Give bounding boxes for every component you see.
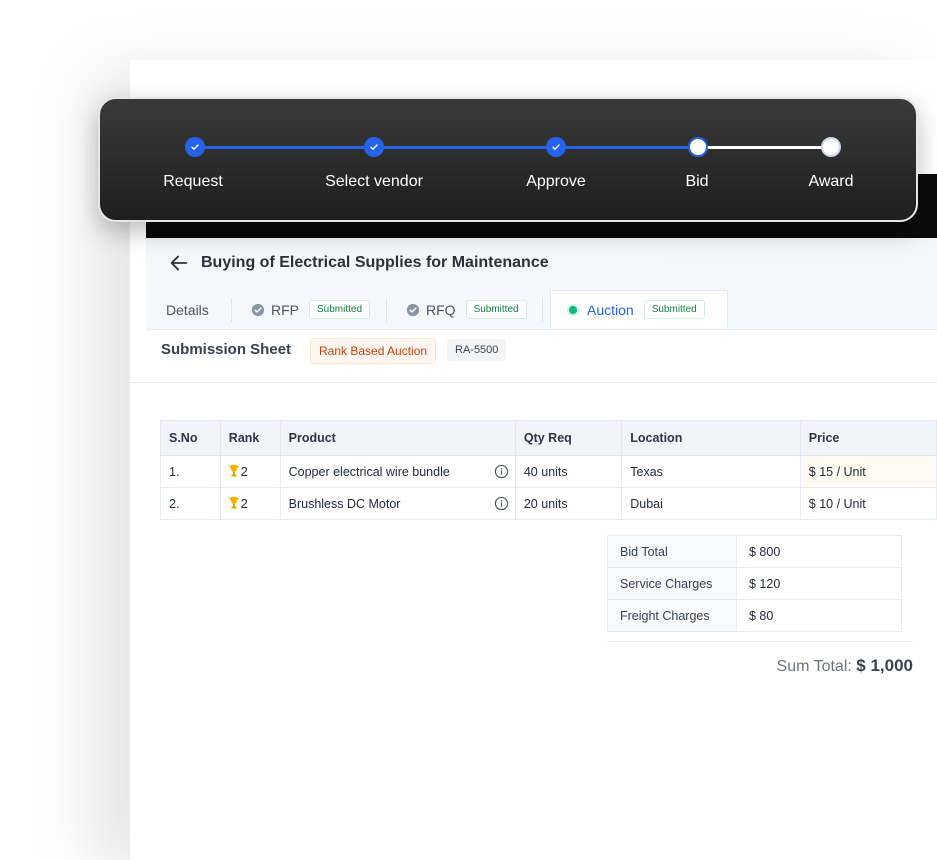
active-dot-icon <box>569 305 577 314</box>
check-icon <box>191 144 199 150</box>
summary-label: Bid Total <box>607 535 737 568</box>
step-dot-bid[interactable] <box>688 137 708 157</box>
price-cell: $ 10 / Unit <box>799 487 937 520</box>
check-icon <box>552 144 560 150</box>
step-label-award: Award <box>808 173 854 190</box>
step-dot-award[interactable] <box>821 137 841 157</box>
column-header: S.No <box>160 420 221 456</box>
product-name: Brushless DC Motor <box>288 496 401 511</box>
step-label-approve: Approve <box>526 173 586 190</box>
step-label-bid: Bid <box>685 173 709 190</box>
summary-row: Service Charges $ 120 <box>607 567 902 600</box>
info-icon[interactable] <box>494 464 509 479</box>
step-dot-request[interactable] <box>185 137 205 157</box>
table-row[interactable]: 2. 2 Brushless DC Motor 20 units Dubai $… <box>160 487 937 520</box>
product-cell: Copper electrical wire bundle <box>279 455 516 488</box>
column-header: Rank <box>219 420 281 456</box>
tab-auction[interactable]: Auction Submitted <box>550 290 728 328</box>
page-title: Buying of Electrical Supplies for Mainte… <box>201 254 549 271</box>
column-header: Price <box>799 420 937 456</box>
tab-label: Auction <box>587 301 634 318</box>
summary-label: Service Charges <box>607 567 737 600</box>
status-badge: Submitted <box>465 300 527 319</box>
auction-id-chip: RA-5500 <box>447 339 507 361</box>
step-dot-approve[interactable] <box>546 137 566 157</box>
summary-value: $ 800 <box>736 535 902 568</box>
sum-total: Sum Total: $ 1,000 <box>777 656 913 676</box>
column-header: Product <box>279 420 516 456</box>
table-row[interactable]: 1. 2 Copper electrical wire bundle 40 un… <box>160 455 937 488</box>
rank-value: 2 <box>240 464 248 479</box>
trophy-icon <box>229 496 239 508</box>
table-header-row: S.No Rank Product Qty Req Location Price <box>160 420 937 456</box>
check-circle-icon <box>251 303 265 316</box>
qty-cell: 20 units <box>514 487 623 520</box>
info-icon[interactable] <box>494 496 509 511</box>
status-badge: Submitted <box>309 300 371 319</box>
qty-cell: 40 units <box>514 455 623 488</box>
sum-total-value: $ 1,000 <box>856 656 913 675</box>
rank-value: 2 <box>240 496 248 511</box>
rank-cell: 2 <box>219 455 281 488</box>
tab-rfp[interactable]: RFP Submitted <box>251 290 371 329</box>
location-cell: Dubai <box>621 487 801 520</box>
summary-value: $ 80 <box>736 599 902 632</box>
tab-divider <box>231 298 232 322</box>
tab-divider <box>386 298 387 322</box>
summary-value: $ 120 <box>736 567 902 600</box>
tab-bar: Details RFP Submitted RFQ Submitted <box>146 290 937 330</box>
auction-type-chip: Rank Based Auction <box>310 338 437 364</box>
check-icon <box>370 144 378 150</box>
product-name: Copper electrical wire bundle <box>288 464 450 479</box>
price-cell: $ 15 / Unit <box>799 455 937 488</box>
back-arrow-icon[interactable] <box>168 252 190 274</box>
summary-label: Freight Charges <box>607 599 737 632</box>
check-circle-icon <box>406 303 420 316</box>
tab-label: RFP <box>271 301 299 318</box>
bid-table: S.No Rank Product Qty Req Location Price… <box>160 420 937 520</box>
column-header: Location <box>621 420 801 456</box>
tab-divider <box>542 298 543 322</box>
column-header: Qty Req <box>514 420 623 456</box>
location-cell: Texas <box>621 455 801 488</box>
summary-divider <box>607 641 913 642</box>
status-badge: Submitted <box>643 300 705 319</box>
trophy-icon <box>229 464 239 476</box>
sum-total-label: Sum Total: <box>776 658 852 675</box>
tab-details[interactable]: Details <box>166 290 219 329</box>
progress-stepper: Request Select vendor Approve Bid Award <box>98 97 918 222</box>
step-connector-pending <box>698 146 831 149</box>
step-dot-select-vendor[interactable] <box>364 137 384 157</box>
step-label-select-vendor: Select vendor <box>325 173 423 190</box>
submission-title: Submission Sheet <box>161 341 292 358</box>
summary-table: Bid Total $ 800 Service Charges $ 120 Fr… <box>607 535 902 632</box>
section-divider <box>130 382 937 383</box>
tab-label: RFQ <box>426 301 456 318</box>
summary-row: Freight Charges $ 80 <box>607 599 902 632</box>
rank-cell: 2 <box>219 487 281 520</box>
sno-cell: 2. <box>160 487 221 520</box>
step-connector-complete <box>195 146 698 149</box>
sno-cell: 1. <box>160 455 221 488</box>
tab-label: Details <box>166 301 209 318</box>
product-cell: Brushless DC Motor <box>279 487 516 520</box>
step-label-request: Request <box>163 173 223 190</box>
tab-rfq[interactable]: RFQ Submitted <box>406 290 527 329</box>
summary-row: Bid Total $ 800 <box>607 535 902 568</box>
